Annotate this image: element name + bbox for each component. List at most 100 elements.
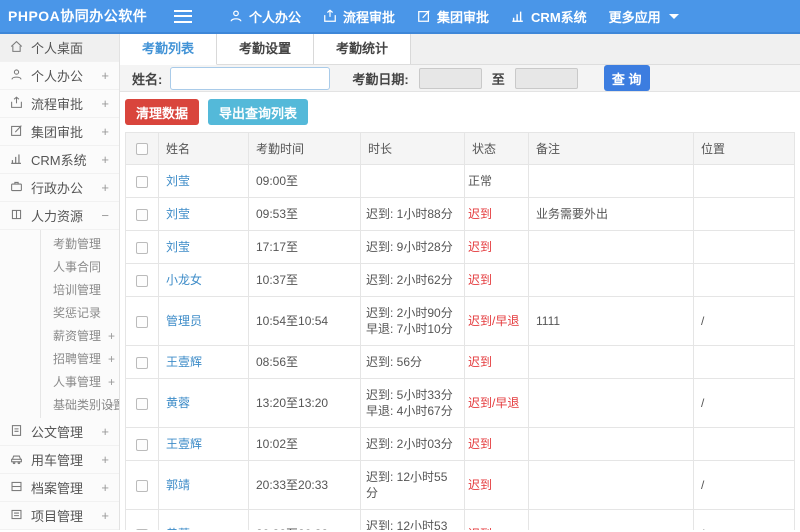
- sidebar-subitem-salary[interactable]: 薪资管理 +: [41, 324, 119, 347]
- tab-attendance-list[interactable]: 考勤列表: [120, 34, 218, 65]
- status-text: 迟到: [468, 478, 493, 492]
- select-all-checkbox[interactable]: [136, 143, 148, 156]
- sidebar-subitem-recruit[interactable]: 招聘管理 +: [41, 347, 119, 370]
- note-cell: 业务需要外出: [528, 197, 694, 231]
- employee-name-link[interactable]: 王壹辉: [166, 437, 202, 451]
- sidebar-item-desktop[interactable]: 个人桌面: [0, 34, 119, 62]
- row-checkbox[interactable]: [136, 397, 148, 410]
- row-checkbox[interactable]: [136, 241, 148, 254]
- date-to-label: 至: [491, 71, 505, 87]
- hamburger-menu-icon[interactable]: [174, 9, 192, 23]
- attendance-time: 10:37至: [248, 263, 361, 297]
- sidebar-item-archive[interactable]: 档案管理 +: [0, 474, 119, 502]
- nav-group-approval[interactable]: 集团审批: [406, 7, 500, 26]
- attendance-time: 10:02至: [248, 427, 361, 461]
- nav-workflow-approval[interactable]: 流程审批: [312, 7, 406, 26]
- note-cell: [528, 345, 694, 379]
- main-content: 考勤列表 考勤设置 考勤统计 姓名: 考勤日期: 至 查 询 清理数据 导出查询…: [120, 34, 800, 530]
- col-header-status: 状态: [464, 132, 529, 165]
- attendance-time: 17:17至: [248, 230, 361, 264]
- project-icon: [10, 508, 23, 524]
- sidebar-subitem-rewards[interactable]: 奖惩记录: [41, 301, 119, 324]
- duration-cell: 迟到: 9小时28分: [360, 230, 465, 264]
- duration-cell: 迟到: 1小时88分: [360, 197, 465, 231]
- note-cell: [528, 509, 694, 530]
- duration-cell: 迟到: 56分: [360, 345, 465, 379]
- hr-submenu: 考勤管理 人事合同 培训管理 奖惩记录 薪资管理 + 招聘管理 + 人事管理 + 基础…: [40, 230, 119, 418]
- name-filter-input[interactable]: [170, 66, 331, 90]
- sidebar-subitem-personnel[interactable]: 人事管理 +: [41, 370, 119, 393]
- row-checkbox[interactable]: [136, 274, 148, 287]
- row-checkbox[interactable]: [136, 479, 148, 492]
- sidebar-item-official-doc[interactable]: 公文管理 +: [0, 418, 119, 446]
- sidebar: 个人桌面 个人办公 + 流程审批 + 集团审批 + CRM系统 + 行政办公 +: [0, 34, 120, 530]
- employee-name-link[interactable]: 王壹辉: [166, 355, 202, 369]
- sidebar-item-vehicle[interactable]: 用车管理 +: [0, 446, 119, 474]
- employee-name-link[interactable]: 刘莹: [166, 207, 190, 221]
- sidebar-item-project[interactable]: 项目管理 +: [0, 502, 119, 530]
- sidebar-subitem-attendance[interactable]: 考勤管理: [41, 232, 119, 255]
- briefcase-icon: [10, 180, 23, 196]
- sidebar-item-workflow-approval[interactable]: 流程审批 +: [0, 90, 119, 118]
- table-row: 小龙女 10:37至 迟到: 2小时62分 迟到: [125, 263, 795, 297]
- attendance-time: 20:32至20:32: [248, 509, 361, 530]
- row-checkbox[interactable]: [136, 528, 148, 530]
- row-checkbox[interactable]: [136, 208, 148, 221]
- status-text: 迟到: [468, 240, 493, 254]
- employee-name-link[interactable]: 刘莹: [166, 174, 190, 188]
- employee-name-link[interactable]: 刘莹: [166, 240, 190, 254]
- export-list-button[interactable]: 导出查询列表: [208, 99, 309, 125]
- sidebar-item-admin-office[interactable]: 行政办公 +: [0, 174, 119, 202]
- employee-name-link[interactable]: 黄蓉: [166, 396, 190, 410]
- location-cell: /: [693, 296, 795, 346]
- location-cell: [693, 164, 795, 198]
- sidebar-item-personal-office[interactable]: 个人办公 +: [0, 62, 119, 90]
- attendance-time: 20:33至20:33: [248, 460, 361, 510]
- location-cell: /: [693, 378, 795, 428]
- duration-cell: 迟到: 12小时53分: [360, 509, 465, 530]
- employee-name-link[interactable]: 小龙女: [166, 273, 202, 287]
- attendance-time: 10:54至10:54: [248, 296, 361, 346]
- user-icon: [229, 9, 243, 23]
- employee-name-link[interactable]: 黄蓉: [166, 527, 190, 530]
- duration-cell: 迟到: 5小时33分 早退: 4小时67分: [360, 378, 465, 428]
- status-text: 迟到/早退: [468, 314, 520, 328]
- edit-icon: [417, 9, 431, 23]
- document-icon: [10, 424, 23, 440]
- date-to-input[interactable]: [514, 67, 578, 89]
- sidebar-subitem-hr-contract[interactable]: 人事合同: [41, 255, 119, 278]
- sidebar-subitem-base-category[interactable]: 基础类别设置 +: [41, 393, 119, 416]
- sidebar-item-group-approval[interactable]: 集团审批 +: [0, 118, 119, 146]
- date-from-input[interactable]: [418, 67, 482, 89]
- employee-name-link[interactable]: 郭靖: [166, 478, 190, 492]
- tab-attendance-settings[interactable]: 考勤设置: [217, 34, 315, 64]
- query-button[interactable]: 查 询: [603, 65, 650, 91]
- attendance-table-wrap: 姓名 考勤时间 时长 状态 备注 位置 刘莹 09:00至 正常 刘莹 09:5…: [125, 132, 795, 530]
- nav-crm-system[interactable]: CRM系统: [500, 7, 598, 26]
- name-filter-label: 姓名:: [132, 71, 163, 87]
- sidebar-subitem-training[interactable]: 培训管理: [41, 278, 119, 301]
- top-bar: PHPOA协同办公软件 个人办公 流程审批 集团审批 CRM系统 更多应用: [0, 0, 800, 34]
- row-checkbox[interactable]: [136, 438, 148, 451]
- employee-name-link[interactable]: 管理员: [166, 314, 202, 328]
- nav-more-apps[interactable]: 更多应用: [598, 7, 690, 26]
- row-checkbox[interactable]: [136, 356, 148, 369]
- tab-attendance-stats[interactable]: 考勤统计: [314, 34, 412, 64]
- location-cell: [693, 263, 795, 297]
- row-checkbox[interactable]: [136, 175, 148, 188]
- date-filter-label: 考勤日期:: [352, 71, 409, 87]
- nav-personal-office[interactable]: 个人办公: [218, 7, 312, 26]
- table-row: 郭靖 20:33至20:33 迟到: 12小时55分 迟到 /: [125, 460, 795, 510]
- clear-data-button[interactable]: 清理数据: [125, 99, 200, 125]
- user-icon: [10, 68, 23, 84]
- table-row: 黄蓉 20:32至20:32 迟到: 12小时53分 迟到 /: [125, 509, 795, 530]
- row-checkbox[interactable]: [136, 315, 148, 328]
- status-text: 迟到: [468, 207, 493, 221]
- note-cell: [528, 230, 694, 264]
- sidebar-item-crm[interactable]: CRM系统 +: [0, 146, 119, 174]
- bar-chart-icon: [10, 152, 23, 168]
- top-nav: 个人办公 流程审批 集团审批 CRM系统 更多应用: [218, 7, 690, 26]
- sidebar-item-hr[interactable]: 人力资源 −: [0, 202, 119, 230]
- table-row: 管理员 10:54至10:54 迟到: 2小时90分 早退: 7小时10分 迟到/…: [125, 296, 795, 346]
- table-row: 刘莹 09:00至 正常: [125, 164, 795, 198]
